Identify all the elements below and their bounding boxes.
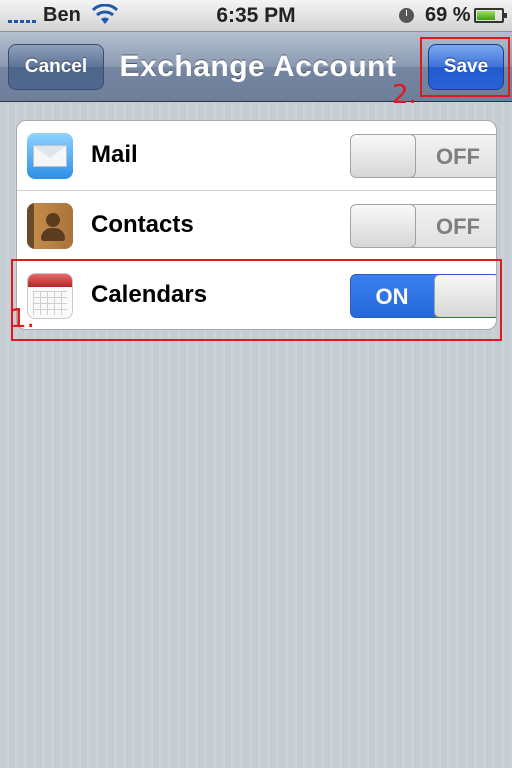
settings-row-contacts: Contacts OFF: [17, 191, 496, 261]
battery-icon: [474, 8, 507, 23]
clock-icon: [399, 8, 414, 23]
annotation-label-step2: 2.: [392, 80, 417, 110]
battery-percent: 69 %: [425, 4, 471, 26]
annotation-label-step1: 1.: [10, 304, 35, 334]
annotation-box-step1: [11, 259, 502, 341]
contacts-toggle[interactable]: OFF: [350, 204, 496, 248]
toggle-state: OFF: [436, 214, 480, 239]
contacts-icon: [27, 203, 73, 249]
row-label-mail: Mail: [91, 141, 138, 168]
annotation-box-step2: [420, 37, 510, 97]
toggle-knob: [351, 205, 416, 247]
cancel-button[interactable]: Cancel: [8, 44, 104, 90]
mail-icon: [27, 133, 73, 179]
settings-row-mail: Mail OFF: [17, 121, 496, 191]
row-label-contacts: Contacts: [91, 211, 194, 238]
status-bar: Ben 6:35 PM 69 %: [0, 0, 512, 32]
mail-toggle[interactable]: OFF: [350, 134, 496, 178]
toggle-knob: [351, 135, 416, 177]
toggle-state: OFF: [436, 144, 480, 169]
page-title: Exchange Account: [119, 50, 397, 83]
